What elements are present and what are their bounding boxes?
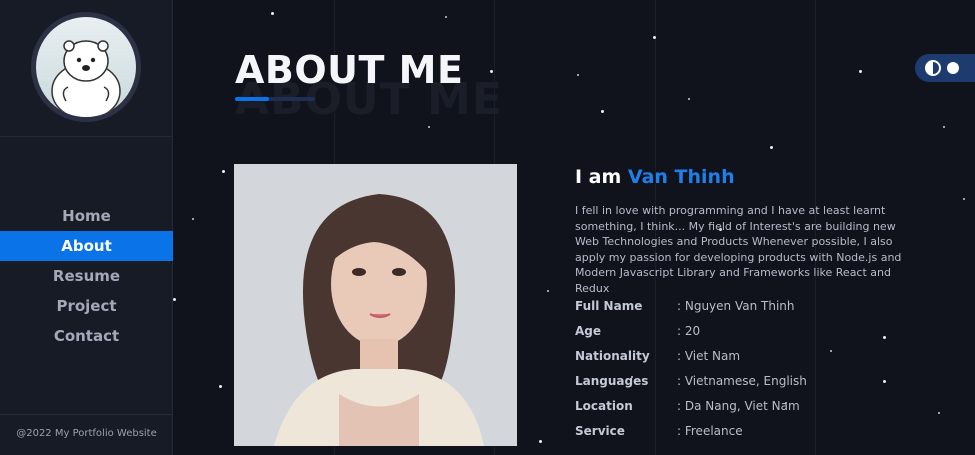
nav-item-project[interactable]: Project [0,291,173,321]
star [271,12,274,15]
star [601,110,604,113]
star [938,412,940,414]
info-row-age: Age : 20 [575,321,915,346]
theme-toggle[interactable] [915,54,975,82]
star [192,218,194,220]
star [963,198,965,200]
sidebar-nav: Home About Resume Project Contact [0,201,173,351]
info-value: : Viet Nam [677,349,741,363]
nav-item-contact[interactable]: Contact [0,321,173,351]
info-value: : Freelance [677,424,743,438]
star [428,126,430,128]
footer-text: @2022 My Portfolio Website [16,428,157,439]
star [943,126,945,128]
title-underline-accent [235,97,269,101]
bio-text: I fell in love with programming and I ha… [575,204,902,295]
star [222,170,225,173]
star [577,74,579,76]
info-list: Full Name : Nguyen Van Thinh Age : 20 Na… [575,296,915,446]
info-value: : Vietnamese, English [677,374,807,388]
avatar [31,12,141,122]
info-row-service: Service : Freelance [575,421,915,446]
profile-photo [234,164,517,446]
star [490,70,493,73]
main-content: ABOUT ME ABOUT ME I am Van Thinh I fell … [173,0,975,455]
intro-prefix: I am [575,166,628,188]
footer-divider [0,414,173,415]
sidebar: Home About Resume Project Contact @2022 … [0,0,173,455]
star [859,70,862,73]
intro-name: Van Thinh [627,166,735,188]
info-label: Languages [575,374,649,388]
info-value: : Da Nang, Viet Nam [677,399,800,413]
star [539,440,542,443]
info-value: : 20 [677,324,701,338]
star [445,16,447,18]
intro-heading: I am Van Thinh [575,166,735,188]
sidebar-divider [0,136,173,137]
info-row-languages: Languages : Vietnamese, English [575,371,915,396]
toggle-knob [947,62,959,74]
page-title: ABOUT ME [235,48,464,92]
info-label: Location [575,399,633,413]
info-row-full-name: Full Name : Nguyen Van Thinh [575,296,915,321]
star [770,146,773,149]
star [173,298,176,301]
nav-item-about[interactable]: About [0,231,173,261]
info-label: Full Name [575,299,643,313]
info-label: Age [575,324,602,338]
contrast-icon [925,60,941,76]
star [688,98,690,100]
info-row-nationality: Nationality : Viet Nam [575,346,915,371]
star [219,385,222,388]
info-row-location: Location : Da Nang, Viet Nam [575,396,915,421]
portrait-image [234,164,517,446]
star [547,290,549,292]
info-label: Nationality [575,349,650,363]
bear-avatar-image [36,17,136,117]
nav-item-resume[interactable]: Resume [0,261,173,291]
polar-bear-icon [51,40,121,117]
info-value: : Nguyen Van Thinh [677,299,795,313]
nav-item-home[interactable]: Home [0,201,173,231]
info-label: Service [575,424,625,438]
star [653,36,656,39]
